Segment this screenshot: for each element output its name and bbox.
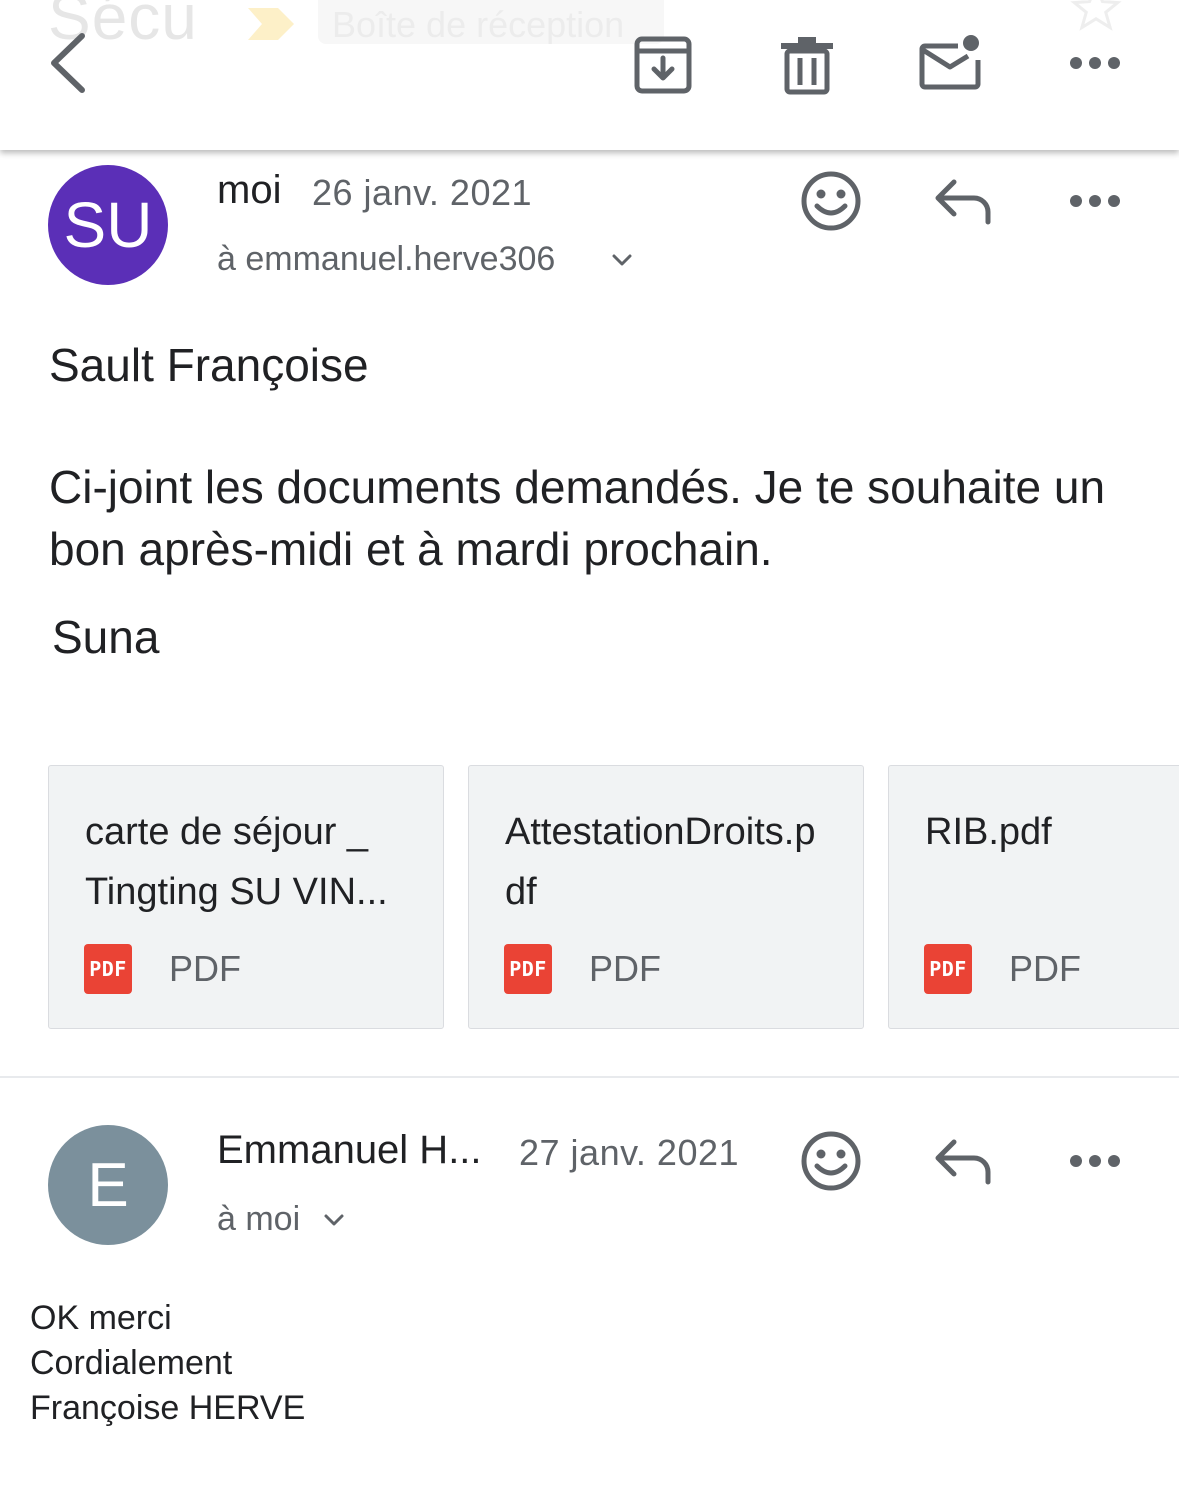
- attachment-name: RIB.pdf: [925, 811, 1052, 853]
- email-thread-view: Sécu Boîte de réception SU moi 26 janv. …: [0, 0, 1179, 1489]
- body-line: Cordialement: [30, 1344, 233, 1382]
- body-paragraph: Ci-joint les documents demandés. Je te s…: [49, 461, 1106, 575]
- avatar[interactable]: SU: [48, 165, 168, 285]
- mark-unread-icon[interactable]: [918, 34, 984, 92]
- more-horizontal-icon[interactable]: [1068, 1148, 1122, 1174]
- more-horizontal-icon[interactable]: [1068, 50, 1122, 76]
- reply-icon[interactable]: [932, 1136, 994, 1186]
- sender-name[interactable]: Emmanuel H...: [217, 1128, 497, 1173]
- reply-icon[interactable]: [932, 176, 994, 226]
- top-toolbar: Sécu Boîte de réception: [0, 0, 1179, 150]
- message-divider: [0, 1076, 1179, 1078]
- attachment-card[interactable]: AttestationDroits.pdf PDF PDF: [468, 765, 864, 1029]
- body-line: Françoise HERVE: [30, 1389, 306, 1427]
- attachment-name: carte de séjour _ Tingting SU VIN...: [85, 811, 388, 913]
- body-line: OK merci: [30, 1299, 172, 1337]
- avatar-initials: SU: [63, 189, 153, 261]
- trash-icon[interactable]: [778, 34, 836, 96]
- attachment-card[interactable]: RIB.pdf PDF PDF: [888, 765, 1179, 1029]
- star-icon[interactable]: [1070, 0, 1122, 39]
- attachment-type: PDF: [1009, 948, 1081, 989]
- body-greeting: Sault Françoise: [49, 339, 369, 391]
- pdf-icon: PDF: [924, 944, 972, 994]
- more-horizontal-icon[interactable]: [1068, 188, 1122, 214]
- avatar-initials: E: [87, 1150, 129, 1220]
- pdf-icon: PDF: [504, 944, 552, 994]
- attachment-type: PDF: [589, 948, 661, 989]
- archive-icon[interactable]: [632, 34, 694, 96]
- emoji-reaction-icon[interactable]: [800, 170, 862, 232]
- body-signature: Suna: [52, 611, 160, 663]
- pdf-icon: PDF: [84, 944, 132, 994]
- inbox-label-chip[interactable]: Boîte de réception: [318, 0, 664, 44]
- message-date: 27 janv. 2021: [519, 1132, 740, 1173]
- emoji-reaction-icon[interactable]: [800, 1130, 862, 1192]
- reply-message-body: OK merci Cordialement Françoise HERVE: [30, 1296, 305, 1431]
- importance-marker-icon: [244, 4, 300, 49]
- back-arrow-icon[interactable]: [40, 28, 96, 98]
- attachment-card[interactable]: carte de séjour _ Tingting SU VIN... PDF…: [48, 765, 444, 1029]
- chevron-down-icon[interactable]: [610, 252, 634, 273]
- inbox-label-text: Boîte de réception: [332, 4, 625, 44]
- avatar[interactable]: E: [48, 1125, 168, 1245]
- message-date: 26 janv. 2021: [312, 172, 533, 213]
- chevron-down-icon[interactable]: [322, 1212, 346, 1233]
- attachment-type: PDF: [169, 948, 241, 989]
- recipient-line[interactable]: à emmanuel.herve306: [217, 240, 555, 279]
- attachment-name: AttestationDroits.pdf: [505, 811, 816, 913]
- sender-name[interactable]: moi: [217, 168, 281, 213]
- recipient-line[interactable]: à moi: [217, 1200, 300, 1239]
